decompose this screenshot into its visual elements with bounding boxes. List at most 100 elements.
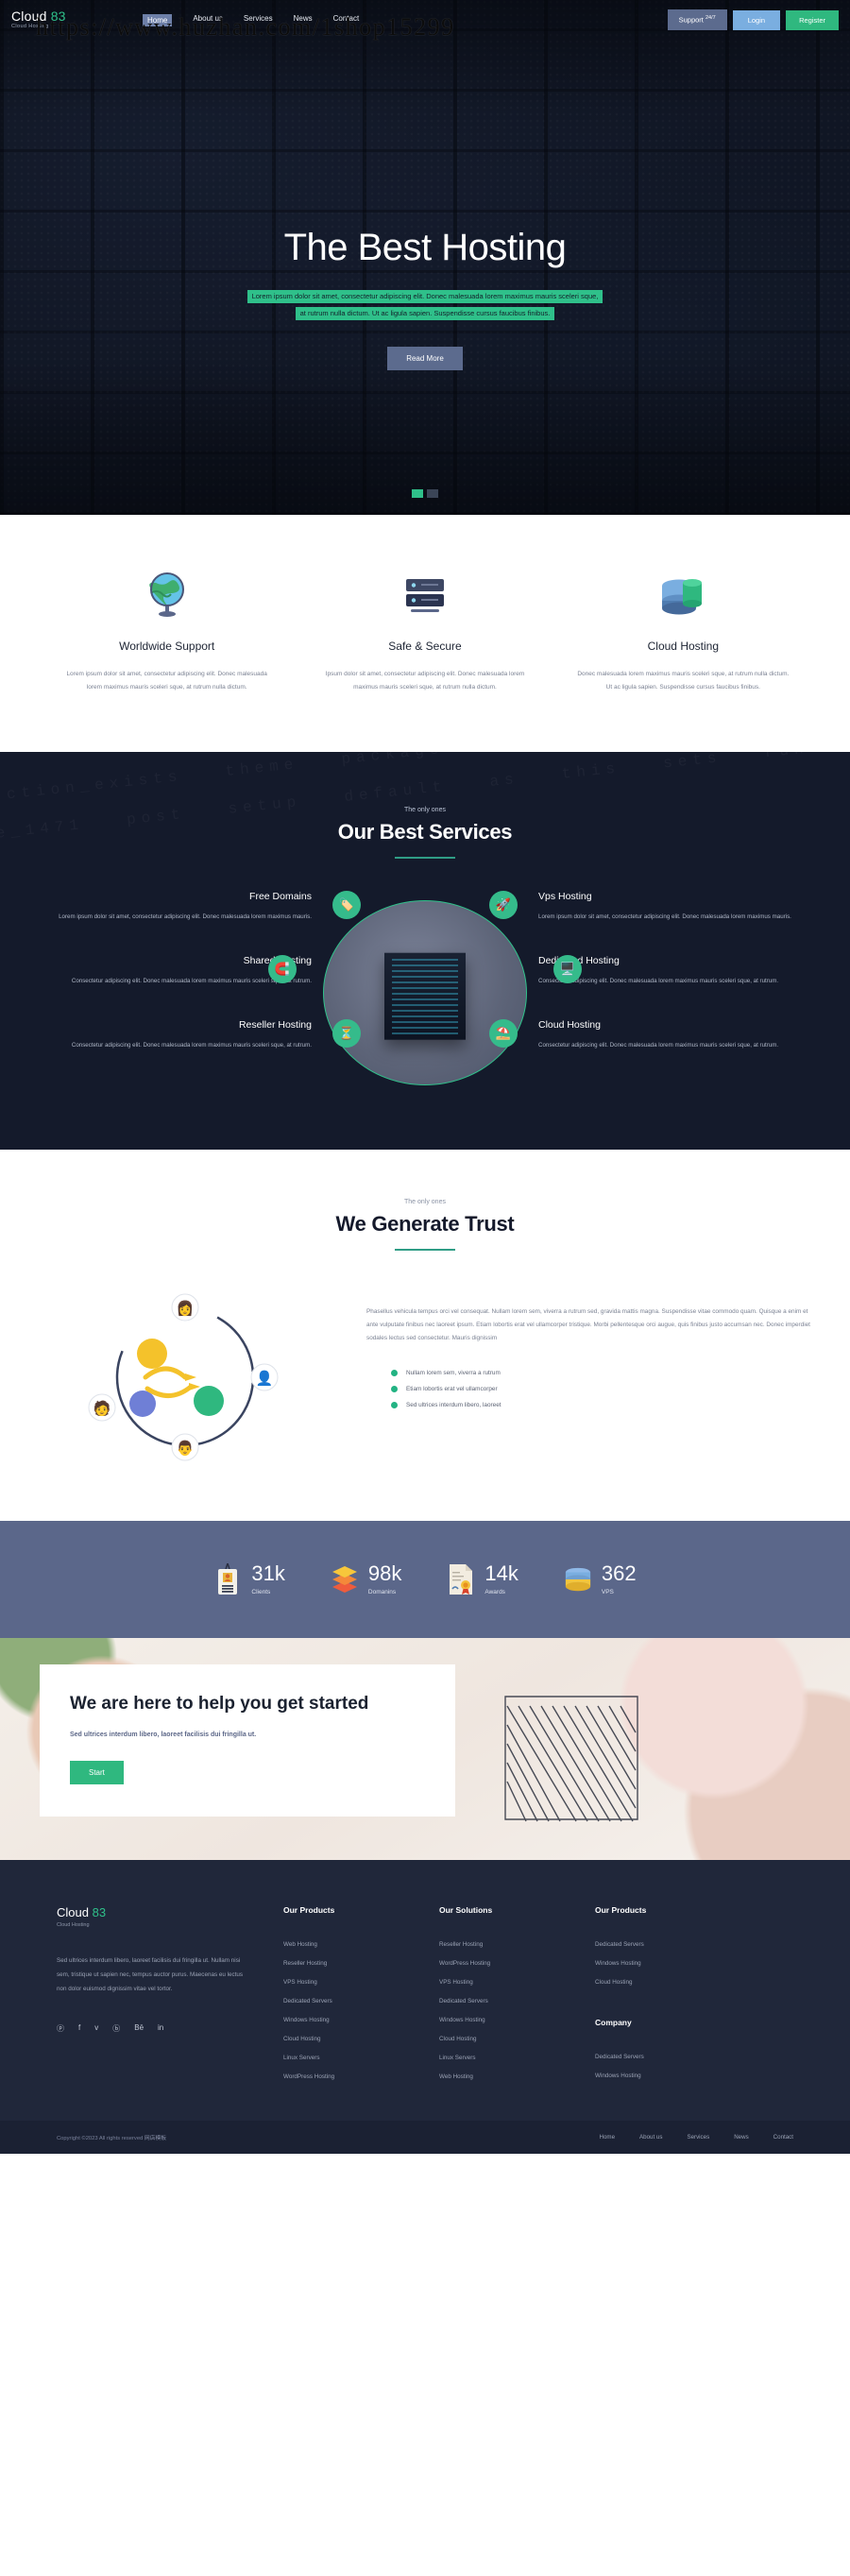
footer-navigation: Home About us Services News Contact — [600, 2134, 794, 2141]
footer-brand-column: Cloud 83 Cloud Hosting Sed ultrices inte… — [57, 1905, 283, 2092]
footer-link[interactable]: Dedicated Servers — [439, 1998, 595, 2005]
pinterest-icon[interactable]: ⓟ — [57, 2023, 64, 2034]
stat-item-vps: 362 VPS — [564, 1562, 637, 1596]
feature-title: Worldwide Support — [119, 640, 215, 653]
footer-nav-about-us[interactable]: About us — [639, 2134, 662, 2141]
services-row-1: Free Domains Lorem ipsum dolor sit amet,… — [0, 891, 850, 923]
features-section: Worldwide Support Lorem ipsum dolor sit … — [0, 515, 850, 753]
footer-link[interactable]: Web Hosting — [283, 1941, 439, 1948]
footer-link[interactable]: Dedicated Servers — [283, 1998, 439, 2005]
services-row-3: Reseller Hosting Consectetur adipiscing … — [0, 1019, 850, 1051]
database-icon — [575, 564, 791, 619]
footer-link[interactable]: Linux Servers — [439, 2055, 595, 2061]
linkedin-icon[interactable]: in — [158, 2023, 163, 2034]
footer-bottom-bar: Copyright ©2023 All rights reserved 网店模板… — [0, 2121, 850, 2155]
footer-link[interactable]: Web Hosting — [439, 2073, 595, 2080]
scribble-decoration — [504, 1696, 638, 1822]
footer-nav-services[interactable]: Services — [687, 2134, 709, 2141]
trust-bullet-text: Nullam lorem sem, viverra a rutrum — [406, 1369, 501, 1376]
footer-nav-news[interactable]: News — [734, 2134, 748, 2141]
globe-icon — [59, 564, 275, 619]
cta-section: We are here to help you get started Sed … — [0, 1638, 850, 1861]
hero-slider-dots[interactable] — [412, 489, 438, 498]
service-title: Vps Hosting — [538, 891, 592, 903]
behance-icon[interactable]: Bē — [134, 2023, 144, 2034]
footer-link[interactable]: Windows Hosting — [595, 1960, 751, 1967]
footer-column-title: Our Products — [595, 1905, 647, 1916]
trust-bullet-item: Nullam lorem sem, viverra a rutrum — [391, 1369, 816, 1376]
bullet-dot-icon — [391, 1401, 398, 1408]
dribbble-icon[interactable]: ⓑ — [112, 2023, 120, 2034]
hero-subtitle: Lorem ipsum dolor sit amet, consectetur … — [0, 286, 850, 320]
footer-link[interactable]: Reseller Hosting — [283, 1960, 439, 1967]
slider-dot-2[interactable] — [427, 489, 438, 498]
services-section: The only ones Our Best Services Free Dom… — [0, 752, 850, 1151]
section-divider — [395, 857, 455, 860]
footer-link[interactable]: Cloud Hosting — [595, 1979, 751, 1986]
svg-text:👤: 👤 — [256, 1370, 274, 1387]
support-button[interactable]: Support 24/7 — [667, 9, 727, 30]
slider-dot-1[interactable] — [412, 489, 423, 498]
support-sup: 24/7 — [705, 15, 716, 22]
stat-value: 31k — [251, 1561, 285, 1586]
footer-link[interactable]: Dedicated Servers — [595, 2054, 751, 2060]
footer-logo-accent: 83 — [92, 1905, 107, 1920]
service-title: Cloud Hosting — [538, 1019, 601, 1032]
footer-link[interactable]: WordPress Hosting — [283, 2073, 439, 2080]
footer-link[interactable]: Windows Hosting — [439, 2017, 595, 2023]
stats-section: 31k Clients 98k Domanins 14k Awards 362 … — [0, 1521, 850, 1639]
footer-nav-home[interactable]: Home — [600, 2134, 616, 2141]
footer-logo[interactable]: Cloud 83 — [57, 1905, 246, 1919]
footer-link[interactable]: Dedicated Servers — [595, 1941, 751, 1948]
footer-link[interactable]: Windows Hosting — [595, 2073, 751, 2079]
read-more-button[interactable]: Read More — [387, 347, 463, 370]
trust-bullet-item: Sed ultrices interdum libero, laoreet — [391, 1401, 816, 1408]
facebook-icon[interactable]: f — [78, 2023, 80, 2034]
footer-link[interactable]: WordPress Hosting — [439, 1960, 595, 1967]
register-button[interactable]: Register — [786, 9, 839, 30]
stat-item-domains: 98k Domanins — [331, 1562, 401, 1596]
support-label: Support — [678, 15, 704, 25]
footer-social-links: ⓟ f ᴠ ⓑ Bē in — [57, 2023, 246, 2034]
footer-link[interactable]: VPS Hosting — [283, 1979, 439, 1986]
footer-nav-contact[interactable]: Contact — [774, 2134, 793, 2141]
service-text: Lorem ipsum dolor sit amet, consectetur … — [59, 913, 312, 921]
stat-label: Domanins — [367, 1589, 397, 1596]
service-text: Consectetur adipiscing elit. Donec males… — [71, 978, 312, 985]
footer-column-our-products: Our Products Web Hosting Reseller Hostin… — [283, 1905, 439, 2092]
services-row-2: Shared Hosting Consectetur adipiscing el… — [0, 955, 850, 987]
cta-subtitle: Sed ultrices interdum libero, laoreet fa… — [70, 1731, 257, 1738]
service-title: Dedicated Hosting — [538, 955, 620, 967]
site-footer: Cloud 83 Cloud Hosting Sed ultrices inte… — [0, 1860, 850, 2122]
hero-subtitle-line-2: at rutrum nulla dictum. Ut ac ligula sap… — [295, 307, 555, 320]
header-actions: Support 24/7 Login Register — [667, 9, 839, 30]
services-heading: The only ones Our Best Services — [0, 807, 850, 860]
bullet-dot-icon — [391, 1369, 398, 1376]
footer-link[interactable]: Windows Hosting — [283, 2017, 439, 2023]
feature-card-worldwide-support: Worldwide Support Lorem ipsum dolor sit … — [38, 564, 296, 693]
footer-link[interactable]: Cloud Hosting — [439, 2036, 595, 2042]
footer-link[interactable]: Reseller Hosting — [439, 1941, 595, 1948]
hero-title: The Best Hosting — [283, 227, 567, 268]
trust-paragraph: Phasellus vehicula tempus orci vel conse… — [366, 1308, 810, 1341]
footer-link[interactable]: Linux Servers — [283, 2055, 439, 2061]
cta-card: We are here to help you get started Sed … — [40, 1664, 455, 1817]
trust-title: We Generate Trust — [335, 1212, 515, 1237]
services-grid: Free Domains Lorem ipsum dolor sit amet,… — [0, 891, 850, 1089]
start-button[interactable]: Start — [70, 1760, 124, 1784]
twitter-icon[interactable]: ᴠ — [94, 2023, 98, 2034]
trust-eyebrow: The only ones — [404, 1199, 446, 1206]
trust-bullet-item: Etiam lobortis erat vel ullamcorper — [391, 1385, 816, 1392]
footer-link[interactable]: Cloud Hosting — [283, 2036, 439, 2042]
login-button[interactable]: Login — [732, 9, 781, 30]
footer-column-our-solutions: Our Solutions Reseller Hosting WordPress… — [439, 1905, 595, 2092]
hero-subtitle-line-1: Lorem ipsum dolor sit amet, consectetur … — [246, 290, 604, 303]
footer-link[interactable]: VPS Hosting — [439, 1979, 595, 1986]
trust-bullet-text: Etiam lobortis erat vel ullamcorper — [406, 1385, 498, 1392]
id-card-icon — [213, 1562, 242, 1596]
feature-card-safe-secure: Safe & Secure Ipsum dolor sit amet, cons… — [296, 564, 553, 693]
stat-label: VPS — [601, 1589, 614, 1596]
hero-section: Cloud 83 Cloud Hosting Home About us Ser… — [0, 0, 850, 515]
watermark-url: https://www.huzhan.com/1shop15299 — [36, 13, 455, 41]
service-text: Lorem ipsum dolor sit amet, consectetur … — [538, 913, 791, 921]
